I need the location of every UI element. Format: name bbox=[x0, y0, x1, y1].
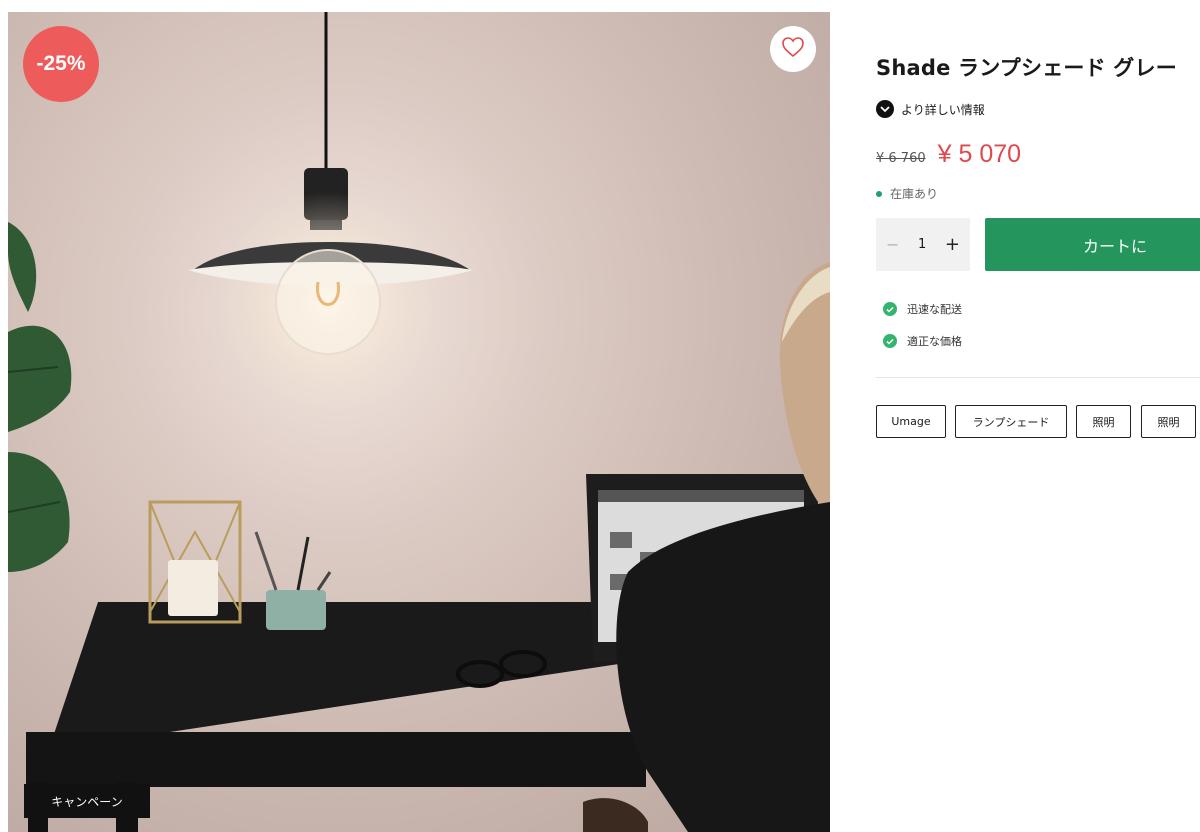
feature-label: 迅速な配送 bbox=[907, 303, 962, 316]
price-row: ¥ 6 760 ¥ 5 070 bbox=[876, 140, 1021, 169]
tag-lampshade[interactable]: ランプシェード bbox=[955, 405, 1067, 438]
add-to-cart-button[interactable]: カートに bbox=[985, 218, 1200, 271]
in-stock-dot-icon bbox=[876, 190, 882, 197]
old-price: ¥ 6 760 bbox=[876, 151, 926, 166]
tag-umage[interactable]: Umage bbox=[876, 405, 946, 438]
more-info-link[interactable]: より詳しい情報 bbox=[876, 100, 985, 118]
lamp-scene-illustration bbox=[8, 12, 830, 832]
product-title: Shade ランプシェード グレー bbox=[876, 56, 1177, 80]
stock-status: 在庫あり bbox=[876, 185, 938, 202]
heart-outline-icon bbox=[781, 36, 805, 62]
divider bbox=[876, 377, 1200, 378]
feature-item: 適正な価格 bbox=[883, 333, 962, 349]
product-image[interactable]: -25% キャンペーン bbox=[8, 12, 830, 832]
more-info-label: より詳しい情報 bbox=[901, 102, 985, 117]
wishlist-button[interactable] bbox=[770, 26, 816, 72]
quantity-value[interactable]: 1 bbox=[918, 237, 926, 252]
chevron-down-icon bbox=[876, 100, 894, 118]
feature-label: 適正な価格 bbox=[907, 335, 962, 348]
sale-price: ¥ 5 070 bbox=[937, 140, 1022, 168]
tag-lighting[interactable]: 照明 bbox=[1141, 405, 1196, 438]
tag-lighting[interactable]: 照明 bbox=[1076, 405, 1131, 438]
stock-status-label: 在庫あり bbox=[890, 187, 939, 201]
feature-item: 迅速な配送 bbox=[883, 301, 962, 317]
quantity-decrease-button[interactable]: − bbox=[886, 235, 899, 254]
check-circle-icon bbox=[883, 302, 897, 316]
campaign-label: キャンペーン bbox=[24, 784, 150, 818]
quantity-stepper[interactable]: − 1 + bbox=[876, 218, 970, 271]
quantity-increase-button[interactable]: + bbox=[945, 234, 960, 255]
check-circle-icon bbox=[883, 334, 897, 348]
discount-badge: -25% bbox=[23, 26, 99, 102]
